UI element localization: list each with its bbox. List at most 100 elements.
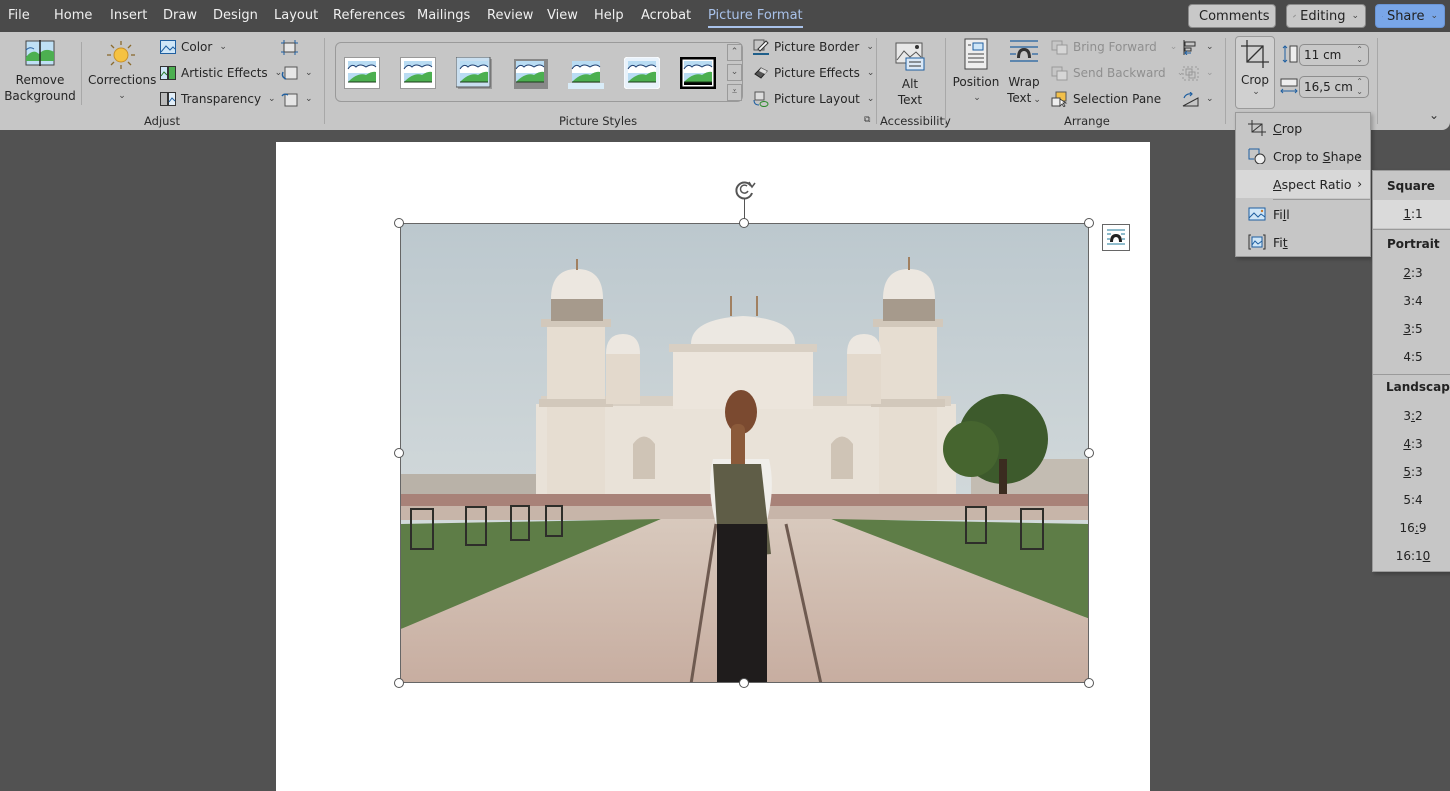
label-part: Fi — [1273, 206, 1283, 222]
wrap-text-icon — [1010, 40, 1038, 62]
corrections-button[interactable]: Corrections ⌄ — [88, 40, 156, 104]
picture-style-thumbnail-icon — [623, 56, 661, 90]
gallery-more-button[interactable]: ⩡ — [727, 84, 742, 101]
menu-item-fill[interactable]: Fill — [1236, 200, 1370, 228]
tab-home[interactable]: Home — [54, 8, 92, 23]
tab-picture-format[interactable]: Picture Format — [708, 8, 803, 28]
wrap-text-button[interactable]: Wrap Text ⌄ — [1002, 38, 1046, 108]
share-button[interactable]: Share ⌄ — [1375, 4, 1445, 28]
artistic-effects-button[interactable]: Artistic Effects ⌄ — [160, 63, 282, 83]
tab-acrobat[interactable]: Acrobat — [641, 8, 691, 23]
picture-style-3[interactable] — [455, 56, 492, 89]
menu-bar: File Home Insert Draw Design Layout Refe… — [0, 0, 1450, 32]
rotate-button[interactable]: ⌄ — [1182, 89, 1214, 109]
aspect-ratio-2-3[interactable]: 2:3 — [1373, 259, 1450, 287]
accessibility-group-label: Accessibility — [880, 114, 951, 128]
fill-icon — [1248, 207, 1266, 221]
resize-handle-middle-left[interactable] — [394, 448, 404, 458]
reset-picture-button[interactable]: ⌄ — [281, 89, 313, 109]
bring-forward-label: Bring Forward — [1073, 40, 1157, 54]
bring-forward-button[interactable]: Bring Forward ⌄ — [1051, 37, 1177, 57]
tab-design[interactable]: Design — [213, 8, 258, 23]
color-button[interactable]: Color ⌄ — [160, 37, 227, 57]
tab-draw[interactable]: Draw — [163, 8, 197, 23]
tab-help[interactable]: Help — [594, 8, 624, 23]
comments-button[interactable]: Comments — [1188, 4, 1276, 28]
tab-insert[interactable]: Insert — [110, 8, 147, 23]
aspect-ratio-3-5[interactable]: 3:5 — [1373, 315, 1450, 343]
menu-item-fit[interactable]: Fit — [1236, 228, 1370, 256]
tab-layout[interactable]: Layout — [274, 8, 318, 23]
tab-file[interactable]: File — [8, 8, 30, 23]
tab-view[interactable]: View — [547, 8, 578, 23]
bring-forward-icon — [1051, 40, 1068, 54]
position-button[interactable]: Position ⌄ — [952, 38, 1000, 106]
resize-handle-middle-right[interactable] — [1084, 448, 1094, 458]
menu-item-crop-to-shape[interactable]: Crop to Shape › — [1236, 142, 1370, 170]
aspect-ratio-3-2[interactable]: 3:2 — [1373, 402, 1450, 430]
rotate-icon — [1182, 91, 1199, 106]
tab-mailings[interactable]: Mailings — [417, 8, 470, 23]
aspect-ratio-4-3[interactable]: 4:3 — [1373, 430, 1450, 458]
change-picture-icon — [281, 66, 298, 80]
aspect-ratio-4-5[interactable]: 4:5 — [1373, 343, 1450, 371]
resize-handle-bottom-right[interactable] — [1084, 678, 1094, 688]
picture-style-7[interactable] — [680, 57, 716, 89]
resize-handle-top-left[interactable] — [394, 218, 404, 228]
aspect-ratio-16-9[interactable]: 16:9 — [1373, 514, 1450, 542]
align-button[interactable]: ⌄ — [1182, 37, 1214, 57]
transparency-button[interactable]: Transparency ⌄ — [160, 89, 276, 109]
aspect-ratio-1-1[interactable]: 1:1 — [1373, 200, 1450, 228]
aspect-ratio-16-10[interactable]: 16:10 — [1373, 542, 1450, 570]
resize-handle-top-right[interactable] — [1084, 218, 1094, 228]
aspect-ratio-3-4[interactable]: 3:4 — [1373, 287, 1450, 315]
spinner-arrows[interactable]: ⌃ ⌄ — [1356, 45, 1363, 65]
collapse-ribbon-chevron-icon[interactable]: ⌄ — [1429, 108, 1439, 122]
label-part: 9 — [1418, 521, 1427, 535]
menu-item-crop[interactable]: Crop — [1236, 114, 1370, 142]
selection-pane-label: Selection Pane — [1073, 92, 1162, 106]
arrange-group-label: Arrange — [1064, 114, 1110, 128]
layout-options-button[interactable] — [1102, 224, 1130, 251]
send-backward-button[interactable]: Send Backward ⌄ — [1051, 63, 1184, 83]
shape-width-input[interactable]: 16,5 cm ⌃ ⌄ — [1299, 76, 1369, 98]
resize-handle-bottom-center[interactable] — [739, 678, 749, 688]
send-backward-label: Send Backward — [1073, 66, 1166, 80]
picture-style-2[interactable] — [400, 57, 436, 89]
picture-effects-button[interactable]: Picture Effects ⌄ — [753, 63, 874, 83]
resize-handle-top-center[interactable] — [739, 218, 749, 228]
picture-image — [401, 224, 1088, 682]
tab-references[interactable]: References — [333, 8, 405, 23]
gallery-scroll-up-button[interactable]: ⌃ — [727, 44, 742, 61]
resize-handle-bottom-left[interactable] — [394, 678, 404, 688]
selection-pane-button[interactable]: Selection Pane — [1051, 89, 1161, 109]
rotate-handle-icon[interactable] — [733, 178, 757, 202]
picture-layout-button[interactable]: Picture Layout ⌄ — [753, 89, 874, 109]
picture-style-thumbnail-icon — [455, 56, 492, 89]
spinner-arrows[interactable]: ⌃ ⌄ — [1356, 77, 1363, 97]
alt-text-button[interactable]: Alt Text — [886, 40, 934, 108]
accelerator-key: C — [1273, 120, 1282, 136]
editing-mode-button[interactable]: Editing ⌄ — [1286, 4, 1366, 28]
picture-style-1[interactable] — [344, 57, 380, 89]
picture-border-button[interactable]: Picture Border ⌄ — [753, 37, 874, 57]
menu-item-aspect-ratio[interactable]: Aspect Ratio › — [1236, 170, 1370, 198]
label-part: rop — [1281, 120, 1303, 136]
picture-style-5[interactable] — [568, 57, 604, 89]
picture-style-4[interactable] — [512, 57, 548, 89]
shape-height-input[interactable]: 11 cm ⌃ ⌄ — [1299, 44, 1369, 66]
section-header-square: Square — [1387, 179, 1435, 193]
remove-background-button[interactable]: Remove Background — [4, 40, 76, 104]
crop-button[interactable]: Crop ⌄ — [1235, 36, 1275, 109]
tab-review[interactable]: Review — [487, 8, 533, 23]
aspect-ratio-5-4[interactable]: 5:4 — [1373, 486, 1450, 514]
group-objects-button[interactable]: ⌄ — [1182, 63, 1214, 83]
compress-pictures-button[interactable] — [281, 37, 298, 57]
chevron-down-icon: ⌄ — [973, 93, 981, 103]
aspect-ratio-5-3[interactable]: 5:3 — [1373, 458, 1450, 486]
change-picture-button[interactable]: ⌄ — [281, 63, 313, 83]
picture-style-6[interactable] — [623, 56, 661, 90]
gallery-scroll-down-button[interactable]: ⌄ — [727, 64, 742, 81]
selected-picture[interactable] — [400, 223, 1089, 683]
dialog-launcher-icon[interactable]: ⧉ — [864, 115, 870, 125]
